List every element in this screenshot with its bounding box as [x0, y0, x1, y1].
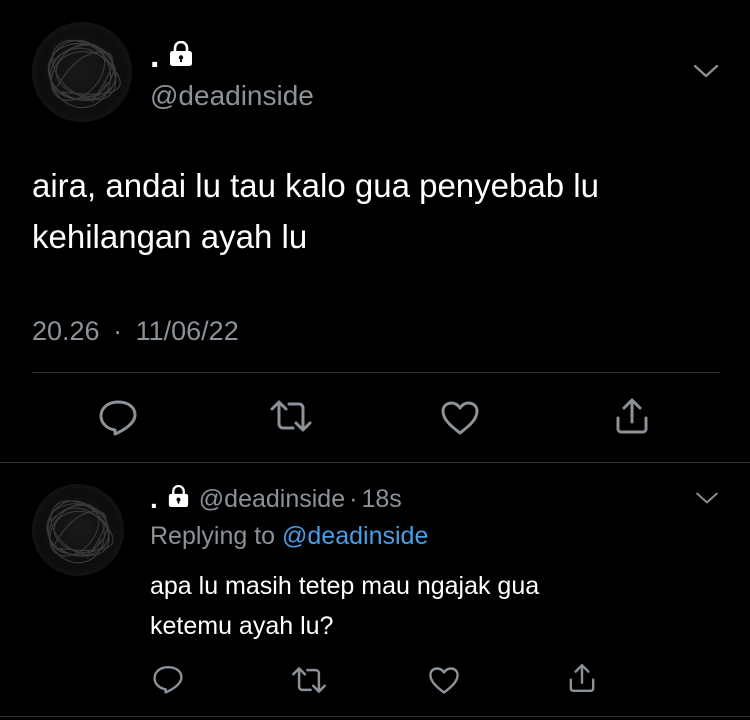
tweet-time: 20.26 — [32, 316, 100, 346]
lock-icon — [169, 40, 193, 72]
like-button[interactable] — [428, 666, 460, 695]
reply-button[interactable] — [152, 664, 184, 694]
handle[interactable]: @deadinside — [199, 485, 345, 514]
replying-to: Replying to @deadinside — [150, 522, 428, 551]
avatar-scribble-image — [47, 39, 121, 109]
lock-icon — [168, 484, 189, 513]
reply-button[interactable] — [98, 398, 138, 436]
retweet-icon — [270, 400, 312, 432]
chevron-down-icon[interactable] — [694, 490, 720, 506]
display-name[interactable]: . — [150, 485, 158, 513]
avatar[interactable] — [32, 484, 124, 576]
chevron-down-icon[interactable] — [692, 62, 720, 80]
comment-icon — [99, 400, 137, 436]
share-icon — [569, 664, 595, 692]
reply-age: 18s — [361, 484, 402, 513]
separator-dot: · — [349, 484, 358, 513]
tweet-text: aira, andai lu tau kalo gua penyebab lu … — [32, 167, 599, 255]
replying-to-handle-link[interactable]: @deadinside — [282, 522, 428, 550]
heart-icon — [441, 401, 479, 435]
share-icon — [616, 398, 648, 434]
avatar[interactable] — [32, 22, 132, 122]
handle[interactable]: @deadinside — [150, 80, 314, 112]
retweet-button[interactable] — [268, 398, 314, 434]
reply-text-line: ketemu ayah lu? — [150, 612, 334, 640]
share-button[interactable] — [566, 662, 598, 694]
display-name-row[interactable]: . — [150, 38, 193, 74]
separator-dot: · — [113, 316, 123, 346]
thread-divider — [0, 462, 750, 463]
divider — [32, 372, 720, 373]
replying-to-label: Replying to — [150, 522, 276, 550]
retweet-icon — [292, 667, 326, 693]
reply-header: . @deadinside · 18s — [150, 482, 402, 516]
tweet-date: 11/06/22 — [135, 316, 239, 346]
reply-text-line: apa lu masih tetep mau ngajak gua — [150, 572, 540, 600]
like-button[interactable] — [440, 400, 480, 436]
bottom-divider — [0, 716, 750, 717]
retweet-button[interactable] — [290, 665, 328, 695]
avatar-scribble-image — [46, 500, 114, 564]
tweet-timestamp: 20.26 · 11/06/22 — [32, 316, 239, 347]
share-button[interactable] — [612, 396, 652, 436]
heart-icon — [429, 667, 459, 694]
comment-icon — [153, 665, 183, 694]
display-name[interactable]: . — [150, 39, 159, 73]
reply-text: apa lu masih tetep mau ngajak gua ketemu… — [150, 566, 730, 646]
